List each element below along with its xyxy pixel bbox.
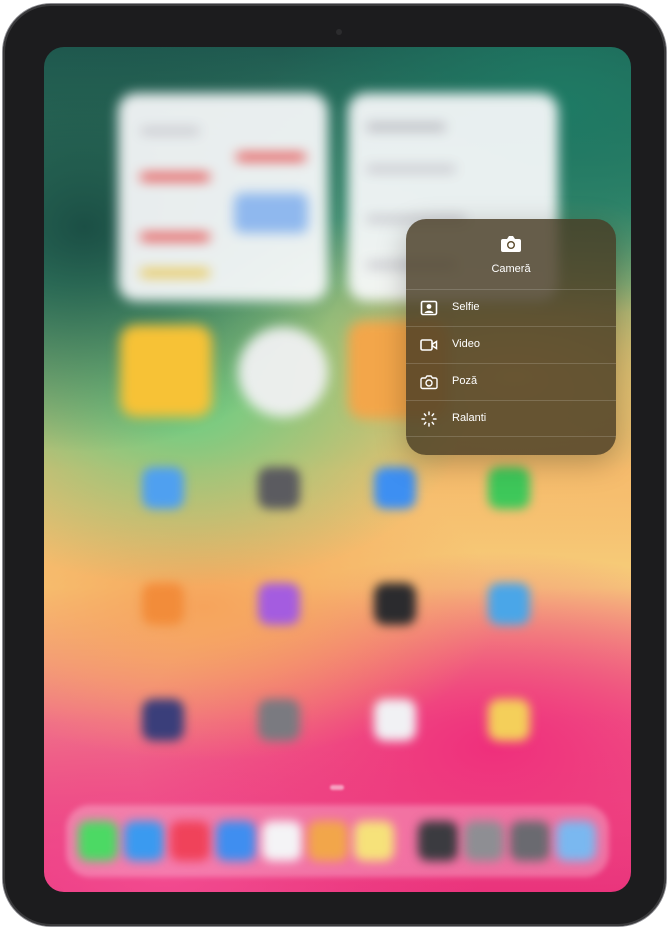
menu-action-selfie[interactable]: Selfie bbox=[406, 289, 616, 326]
dock-icon-photos-recent[interactable] bbox=[556, 821, 596, 861]
dock-icon-notes[interactable] bbox=[354, 821, 394, 861]
menu-action-label: Video bbox=[452, 338, 480, 350]
clock-widget bbox=[238, 327, 328, 417]
menu-action-label: Poză bbox=[452, 375, 478, 387]
menu-header: Cameră bbox=[406, 219, 616, 289]
app-icon-maps[interactable] bbox=[488, 583, 530, 625]
app-icon-appstore[interactable] bbox=[374, 467, 416, 509]
front-camera bbox=[336, 29, 342, 35]
menu-action-video[interactable]: Video bbox=[406, 326, 616, 363]
app-icon-mail[interactable] bbox=[142, 583, 184, 625]
home-screen: Cameră Selfie Video Poză Ralanti bbox=[44, 47, 631, 892]
dock-icon-calendar[interactable] bbox=[262, 821, 302, 861]
dock-icon-messages[interactable] bbox=[78, 821, 118, 861]
camera-icon bbox=[501, 236, 521, 252]
menu-app-name: Cameră bbox=[491, 263, 531, 275]
slow-motion-icon bbox=[421, 411, 437, 427]
dock-icon-camera[interactable] bbox=[418, 821, 458, 861]
app-icon-podcasts[interactable] bbox=[258, 583, 300, 625]
video-icon bbox=[420, 339, 438, 351]
app-icon-tv[interactable] bbox=[374, 583, 416, 625]
notes-small-widget bbox=[120, 325, 212, 417]
selfie-icon bbox=[420, 300, 438, 316]
app-icon-freeform[interactable] bbox=[374, 699, 416, 741]
menu-action-slow-motion[interactable]: Ralanti bbox=[406, 400, 616, 437]
dock-icon-photos[interactable] bbox=[308, 821, 348, 861]
calendar-widget bbox=[118, 93, 328, 301]
app-icon-shortcuts[interactable] bbox=[142, 699, 184, 741]
menu-action-label: Ralanti bbox=[452, 412, 487, 424]
photo-camera-icon bbox=[420, 375, 438, 390]
app-icon-notes[interactable] bbox=[488, 699, 530, 741]
dock-icon-app-library[interactable] bbox=[510, 821, 550, 861]
app-icon-camera[interactable] bbox=[258, 467, 300, 509]
app-icon-files[interactable] bbox=[142, 467, 184, 509]
camera-quick-actions-menu: Cameră Selfie Video Poză Ralanti bbox=[406, 219, 616, 455]
dock-icon-safari[interactable] bbox=[124, 821, 164, 861]
page-indicator bbox=[330, 785, 344, 790]
dock-icon-mail[interactable] bbox=[216, 821, 256, 861]
menu-action-photo[interactable]: Poză bbox=[406, 363, 616, 400]
dock-icon-music[interactable] bbox=[170, 821, 210, 861]
app-icon-settings[interactable] bbox=[258, 699, 300, 741]
dock-icon-settings[interactable] bbox=[464, 821, 504, 861]
app-icon-facetime[interactable] bbox=[488, 467, 530, 509]
menu-action-label: Selfie bbox=[452, 301, 480, 313]
